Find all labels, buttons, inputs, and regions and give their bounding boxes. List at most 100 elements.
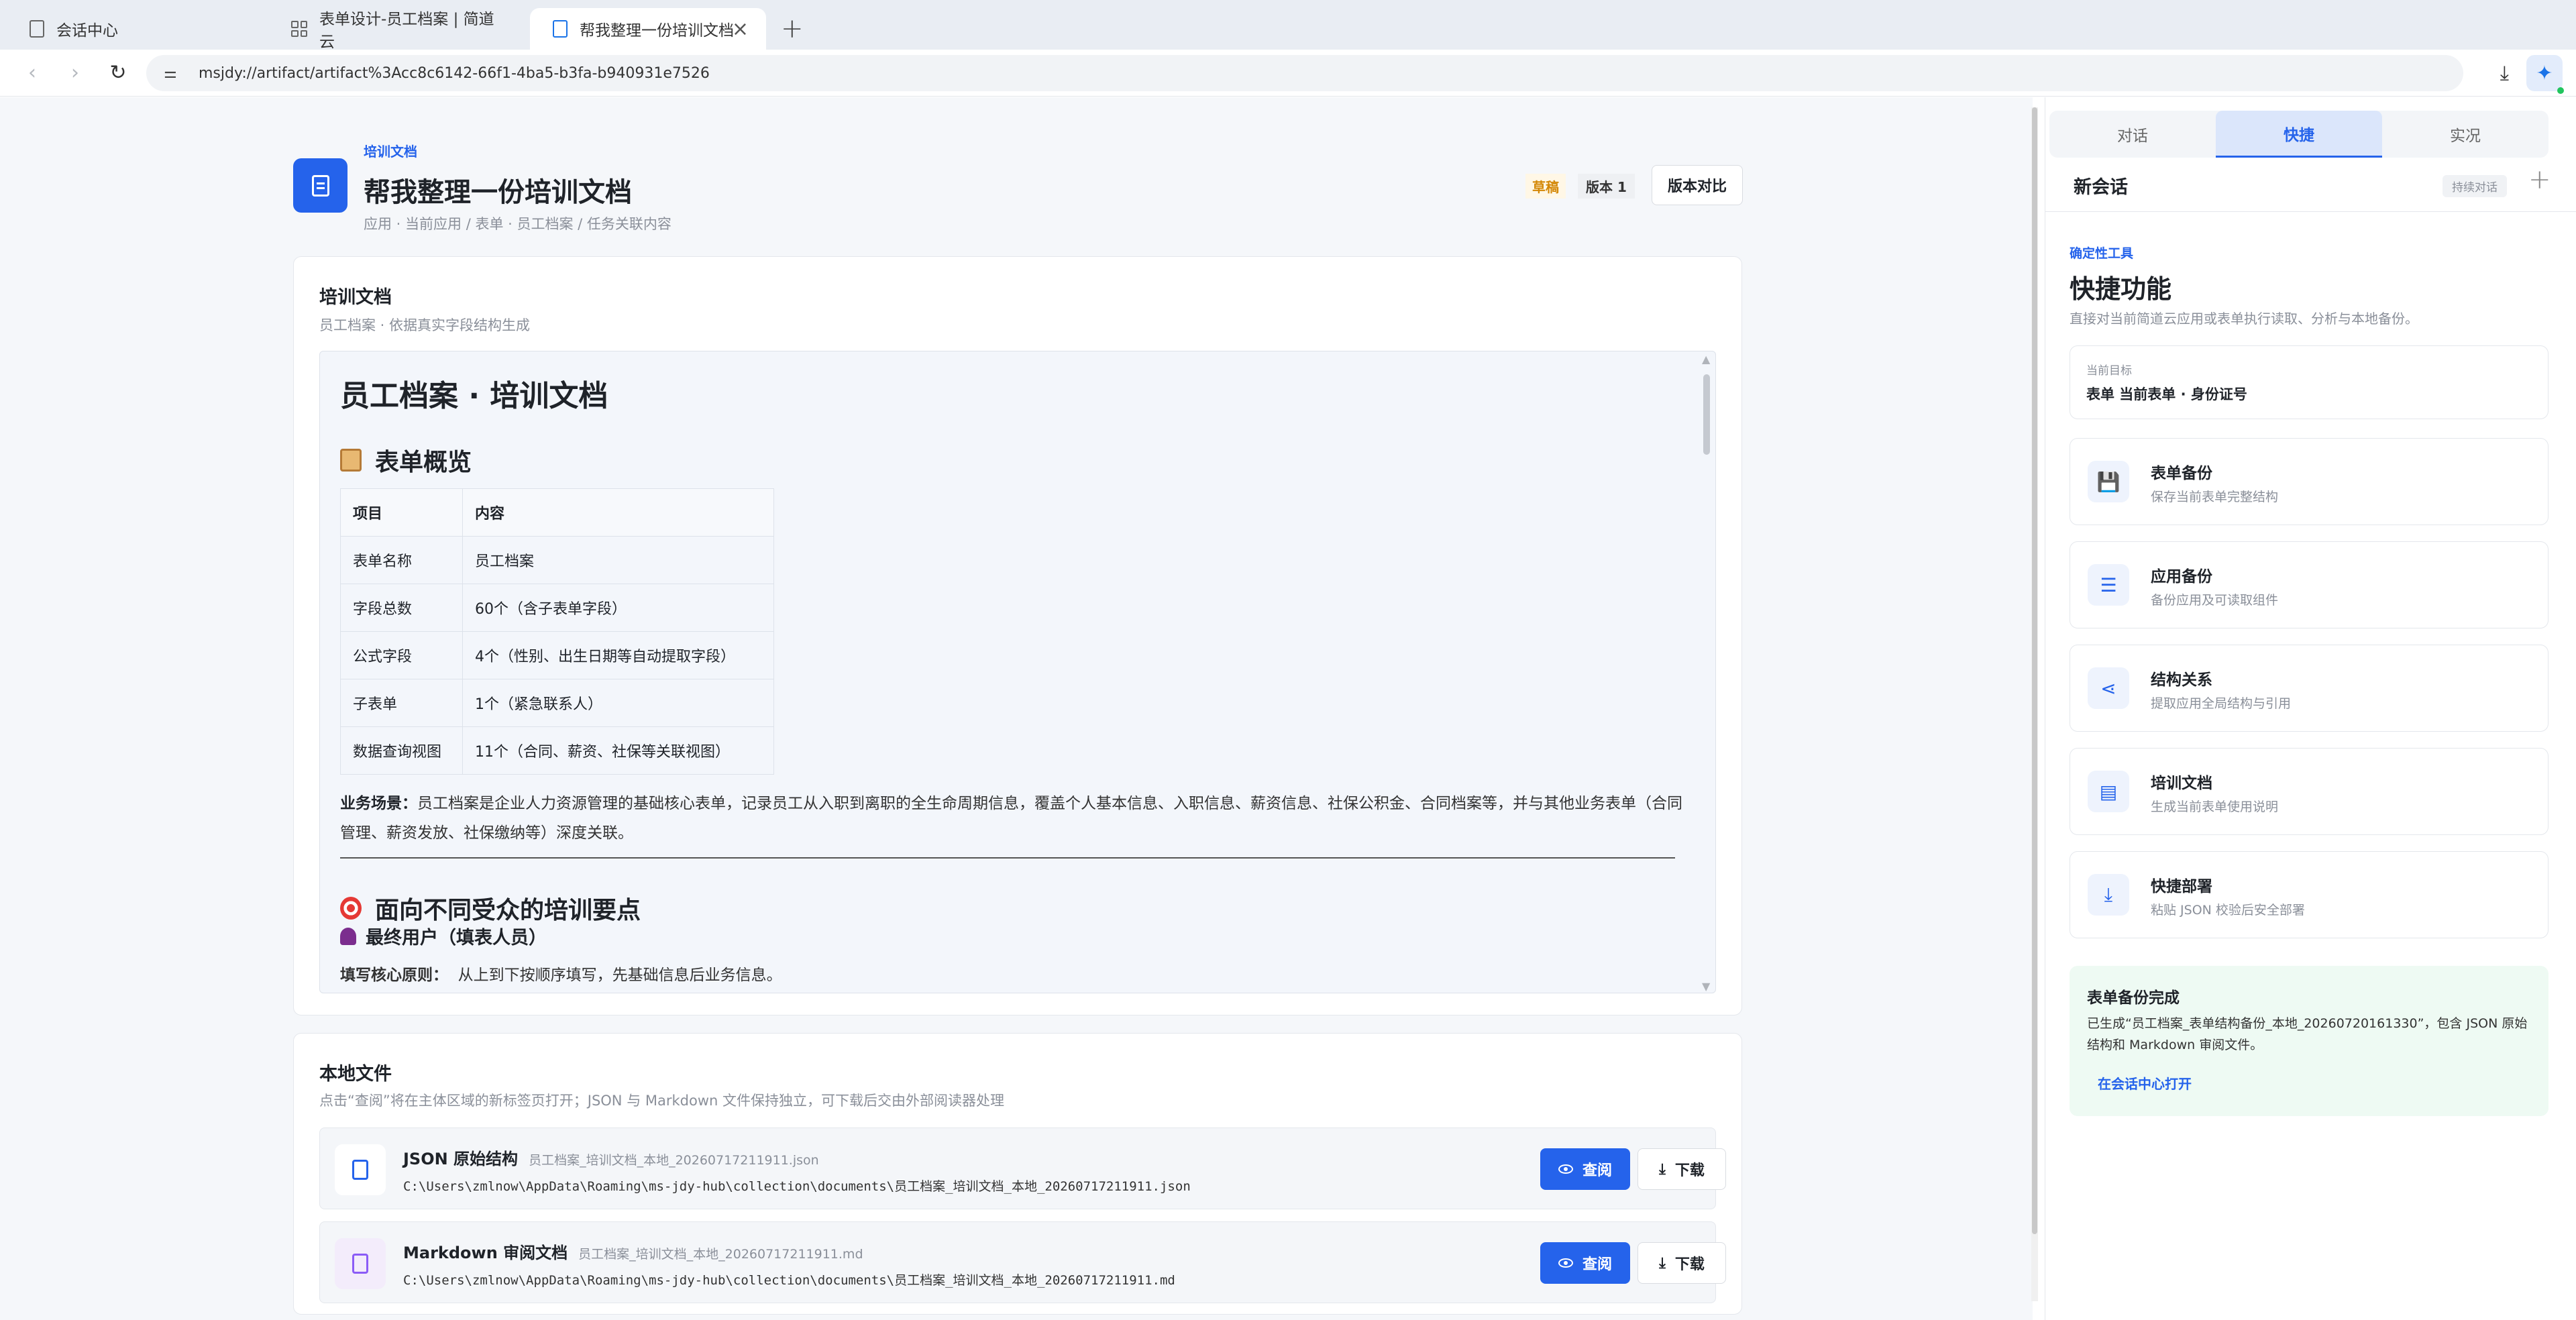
target-icon bbox=[340, 897, 362, 920]
scenario-paragraph: 业务场景：员工档案是企业人力资源管理的基础核心表单，记录员工从入职到离职的全生命… bbox=[340, 789, 1695, 848]
file-title: Markdown 审阅文档 bbox=[403, 1244, 568, 1262]
tool-app-backup[interactable]: ☰ 应用备份 备份应用及可读取组件 bbox=[2070, 541, 2548, 628]
url-input[interactable]: ⚌ msjdy://artifact/artifact%3Acc8c6142-6… bbox=[146, 55, 2463, 91]
file-icon bbox=[335, 1238, 386, 1289]
file-row-json: JSON 原始结构 员工档案_培训文档_本地_20260717211911.jso… bbox=[319, 1128, 1726, 1209]
table-header: 内容 bbox=[462, 488, 774, 537]
tool-quick-deploy[interactable]: ⤓ 快捷部署 粘贴 JSON 校验后安全部署 bbox=[2070, 851, 2548, 938]
scroll-up-icon[interactable]: ▲ bbox=[1702, 353, 1710, 366]
back-icon[interactable]: ‹ bbox=[21, 61, 43, 85]
doc-card: 培训文档 员工档案 · 依据真实字段结构生成 员工档案 · 培训文档 表单概览 … bbox=[293, 256, 1742, 1015]
continuous-chat-badge[interactable]: 持续对话 bbox=[2443, 175, 2507, 197]
file-path: C:\Users\zmlnow\AppData\Roaming\ms-jdy-h… bbox=[403, 1179, 1191, 1194]
tab-chat[interactable]: 对话 bbox=[2049, 111, 2216, 158]
file-path: C:\Users\zmlnow\AppData\Roaming\ms-jdy-h… bbox=[403, 1273, 1175, 1288]
draft-badge: 草稿 bbox=[1525, 174, 1566, 199]
tool-training-doc[interactable]: ▤ 培训文档 生成当前表单使用说明 bbox=[2070, 748, 2548, 835]
table-cell: 1个（紧急联系人） bbox=[462, 679, 774, 727]
section-heading: 表单概览 bbox=[340, 443, 472, 478]
browser-tab-form-design[interactable]: 表单设计-员工档案 | 简道云 bbox=[268, 8, 530, 51]
document-icon bbox=[553, 20, 568, 38]
tool-title: 应用备份 bbox=[2151, 568, 2212, 586]
open-in-session-link[interactable]: 在会话中心打开 bbox=[2098, 1073, 2192, 1093]
tool-structure[interactable]: ⋖ 结构关系 提取应用全局结构与引用 bbox=[2070, 645, 2548, 732]
table-row: 表单名称 员工档案 bbox=[340, 536, 774, 584]
close-icon[interactable]: × bbox=[732, 17, 749, 41]
card-subtitle: 点击“查阅”将在主体区域的新标签页打开；JSON 与 Markdown 文件保持… bbox=[319, 1093, 1004, 1109]
document-icon: ▤ bbox=[2088, 771, 2129, 812]
share-icon: ⋖ bbox=[2088, 667, 2129, 709]
eye-icon bbox=[1558, 1164, 1573, 1174]
panel-tabs: 对话 快捷 实况 bbox=[2049, 111, 2548, 158]
main-scrollbar[interactable] bbox=[2031, 107, 2038, 1301]
tool-title: 结构关系 bbox=[2151, 671, 2212, 689]
table-row: 字段总数 60个（含子表单字段） bbox=[340, 584, 774, 632]
tab-label: 会话中心 bbox=[56, 22, 118, 40]
download-icon[interactable]: ⤓ bbox=[2500, 62, 2509, 85]
new-tab-button[interactable]: + bbox=[781, 8, 804, 50]
table-row: 数据查询视图 11个（合同、薪资、社保等关联视图） bbox=[340, 726, 774, 775]
browser-tab-session-center[interactable]: 会话中心 bbox=[7, 8, 268, 50]
doc-preview[interactable]: 员工档案 · 培训文档 表单概览 项目 内容 表单名称 员工档案 字段总数 60… bbox=[319, 351, 1716, 993]
table-cell: 11个（合同、薪资、社保等关联视图） bbox=[462, 726, 774, 775]
doc-heading: 员工档案 · 培训文档 bbox=[340, 379, 608, 413]
document-icon bbox=[293, 158, 347, 213]
file-name: JSON 原始结构 员工档案_培训文档_本地_20260717211911.jso… bbox=[403, 1146, 819, 1169]
forward-icon[interactable]: › bbox=[64, 61, 86, 85]
notice-message: 已生成“员工档案_表单结构备份_本地_20260720161330”，包含 JS… bbox=[2087, 1016, 2528, 1052]
site-settings-icon[interactable]: ⚌ bbox=[164, 65, 178, 82]
card-subtitle: 员工档案 · 依据真实字段结构生成 bbox=[319, 317, 531, 333]
version-compare-button[interactable]: 版本对比 bbox=[1652, 165, 1743, 205]
table-cell: 子表单 bbox=[340, 679, 463, 727]
download-button[interactable]: ⤓ 下载 bbox=[1638, 1242, 1726, 1284]
scroll-down-icon[interactable]: ▼ bbox=[1702, 980, 1710, 993]
grid-icon bbox=[291, 21, 307, 37]
tool-tag: 确定性工具 bbox=[2070, 246, 2134, 261]
new-session-title: 新会话 bbox=[2074, 177, 2128, 198]
tool-title: 表单备份 bbox=[2151, 465, 2212, 482]
table-cell: 数据查询视图 bbox=[340, 726, 463, 775]
address-bar: ‹ › ↻ ⚌ msjdy://artifact/artifact%3Acc8c… bbox=[0, 50, 2576, 97]
panel-title: 快捷功能 bbox=[2070, 274, 2172, 304]
add-session-button[interactable]: + bbox=[2528, 164, 2551, 195]
overview-table: 项目 内容 表单名称 员工档案 字段总数 60个（含子表单字段） 公式字段 4个… bbox=[340, 488, 774, 775]
url-text: msjdy://artifact/artifact%3Acc8c6142-66f… bbox=[199, 64, 710, 82]
download-icon: ⤓ bbox=[2088, 874, 2129, 916]
tab-shortcuts[interactable]: 快捷 bbox=[2216, 111, 2382, 158]
view-button[interactable]: 查阅 bbox=[1540, 1148, 1630, 1190]
assistant-icon[interactable]: ✦ bbox=[2526, 55, 2564, 94]
tab-live[interactable]: 实况 bbox=[2382, 111, 2548, 158]
table-header-row: 项目 内容 bbox=[340, 488, 774, 537]
browser-tab-training-doc[interactable]: 帮我整理一份培训文档 × bbox=[530, 8, 766, 50]
tool-desc: 保存当前表单完整结构 bbox=[2151, 490, 2279, 504]
file-title: JSON 原始结构 bbox=[403, 1150, 519, 1168]
card-title: 培训文档 bbox=[319, 287, 392, 308]
clipboard-icon bbox=[340, 449, 362, 472]
preview-scrollbar[interactable]: ▲ ▼ bbox=[1702, 353, 1711, 993]
tool-form-backup[interactable]: 💾 表单备份 保存当前表单完整结构 bbox=[2070, 438, 2548, 525]
file-filename: 员工档案_培训文档_本地_20260717211911.md bbox=[578, 1247, 863, 1262]
table-header: 项目 bbox=[340, 488, 463, 537]
local-files-card: 本地文件 点击“查阅”将在主体区域的新标签页打开；JSON 与 Markdown… bbox=[293, 1033, 1742, 1315]
save-icon: 💾 bbox=[2088, 461, 2129, 502]
section-title: 表单概览 bbox=[375, 449, 472, 476]
panel-description: 直接对当前简道云应用或表单执行读取、分析与本地备份。 bbox=[2070, 311, 2418, 327]
tool-desc: 提取应用全局结构与引用 bbox=[2151, 696, 2292, 711]
download-label: 下载 bbox=[1674, 1162, 1705, 1179]
list-icon: ☰ bbox=[2088, 564, 2129, 606]
principle-paragraph: 填写核心原则： 从上到下按顺序填写，先基础信息后业务信息。 bbox=[340, 962, 782, 985]
view-button[interactable]: 查阅 bbox=[1540, 1242, 1630, 1284]
table-cell: 60个（含子表单字段） bbox=[462, 584, 774, 632]
download-button[interactable]: ⤓ 下载 bbox=[1638, 1148, 1726, 1190]
subsection-heading: 最终用户（填表人员） bbox=[340, 923, 547, 949]
tab-label: 帮我整理一份培训文档 bbox=[580, 22, 734, 40]
table-cell: 4个（性别、出生日期等自动提取字段） bbox=[462, 631, 774, 679]
reload-icon[interactable]: ↻ bbox=[107, 61, 129, 85]
subsection-title: 最终用户（填表人员） bbox=[366, 928, 547, 948]
tab-label: 表单设计-员工档案 | 简道云 bbox=[319, 11, 494, 51]
table-cell: 员工档案 bbox=[462, 536, 774, 584]
file-name: Markdown 审阅文档 员工档案_培训文档_本地_20260717211911… bbox=[403, 1240, 863, 1263]
view-label: 查阅 bbox=[1582, 1256, 1612, 1273]
artifact-tag: 培训文档 bbox=[364, 144, 417, 160]
target-value: 表单 当前表单 · 身份证号 bbox=[2086, 386, 2247, 402]
